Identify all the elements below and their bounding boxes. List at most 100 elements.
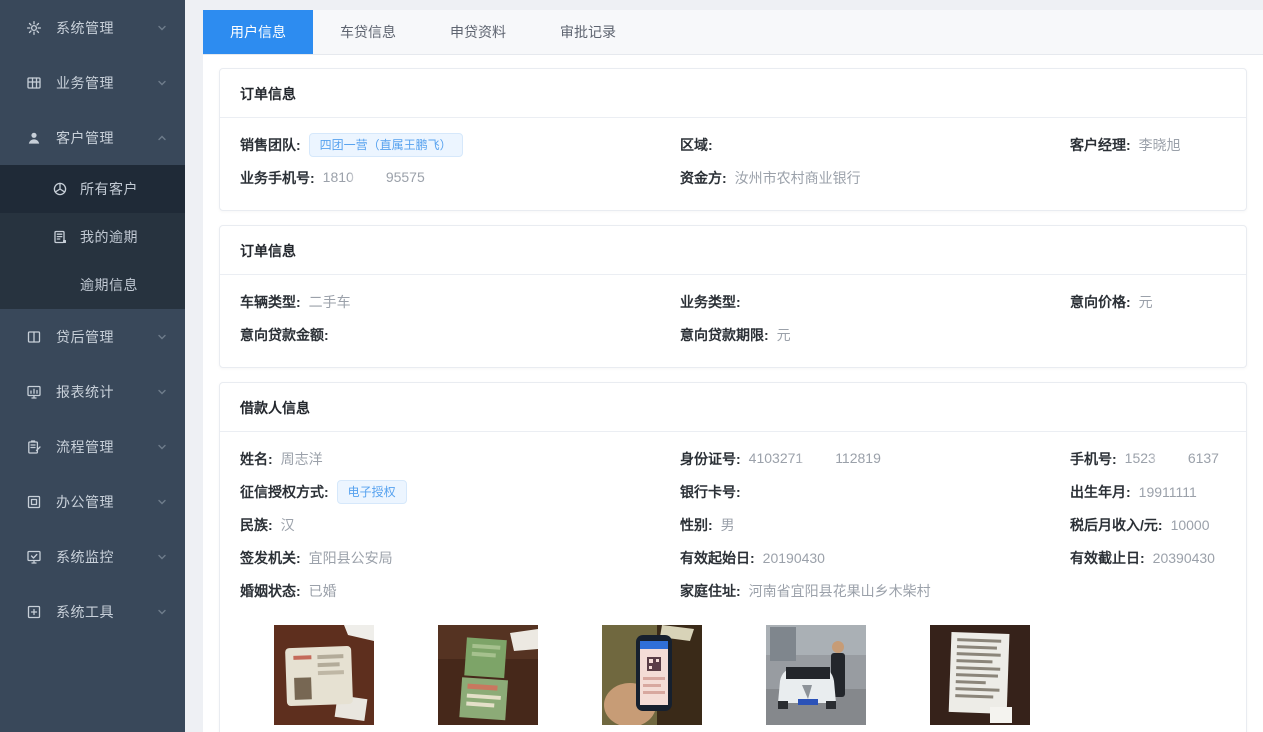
sidebar-item-label: 客户管理 — [56, 128, 157, 148]
sidebar-item-business-mgmt[interactable]: 业务管理 — [0, 55, 185, 110]
marital-status-field: 婚姻状态: 已婚 — [240, 581, 680, 601]
tab-approval-records[interactable]: 审批记录 — [533, 10, 643, 54]
field-label: 有效截止日: — [1070, 548, 1145, 568]
chevron-down-icon — [157, 549, 167, 565]
tab-loan-application-docs[interactable]: 申贷资料 — [423, 10, 533, 54]
field-value: 4103271112819 — [749, 450, 881, 467]
field-value: 10000 — [1171, 517, 1210, 533]
birth-field: 出生年月: 19911111 — [1070, 482, 1226, 502]
mobile-field: 手机号: 15236137 — [1070, 449, 1226, 469]
intent-price-field: 意向价格: 元 — [1070, 292, 1226, 312]
photo-id-card[interactable]: 身份证 — [274, 625, 374, 732]
customer-submenu: 所有客户 我的逾期 逾期信息 — [0, 165, 185, 309]
user-icon — [26, 130, 42, 146]
valid-to-field: 有效截止日: 20390430 — [1070, 548, 1226, 568]
tab-car-loan-info[interactable]: 车贷信息 — [313, 10, 423, 54]
field-label: 资金方: — [680, 168, 727, 188]
credit-auth-tag[interactable]: 电子授权 — [337, 480, 407, 504]
field-label: 银行卡号: — [680, 482, 741, 502]
field-label: 业务类型: — [680, 292, 741, 312]
borrower-info-card: 借款人信息 姓名: 周志洋 身份证号: 4103271112819 手机号: — [219, 382, 1247, 732]
sidebar-item-system-mgmt[interactable]: 系统管理 — [0, 0, 185, 55]
clipboard-icon — [26, 439, 42, 455]
sidebar-item-system-tools[interactable]: 系统工具 — [0, 584, 185, 639]
chart-monitor-icon — [26, 384, 42, 400]
detail-content: 订单信息 销售团队: 四团一营（直属王鹏飞） 区域: 客户经理: — [203, 55, 1263, 732]
business-phone-field: 业务手机号: 181095575 — [240, 168, 680, 188]
sidebar: 系统管理 业务管理 客户管理 — [0, 0, 185, 732]
bank-card-field: 银行卡号: — [680, 482, 1070, 502]
field-value: 河南省宜阳县花果山乡木柴村 — [749, 581, 931, 601]
field-label: 出生年月: — [1070, 482, 1131, 502]
gear-icon — [26, 20, 42, 36]
card-title: 订单信息 — [220, 69, 1246, 118]
gender-field: 性别: 男 — [680, 515, 1070, 535]
order-info-card: 订单信息 销售团队: 四团一营（直属王鹏飞） 区域: 客户经理: — [219, 68, 1247, 211]
sidebar-item-all-customers[interactable]: 所有客户 — [0, 165, 185, 213]
photo-handwritten-doc[interactable]: 其他材料 — [930, 625, 1030, 732]
field-value: 20190430 — [763, 550, 825, 566]
field-value: 汉 — [281, 515, 295, 535]
card-title: 借款人信息 — [220, 383, 1246, 432]
detail-tabbar: 用户信息 车贷信息 申贷资料 审批记录 — [203, 10, 1263, 55]
sidebar-item-office-mgmt[interactable]: 办公管理 — [0, 474, 185, 529]
sidebar-item-overdue-info[interactable]: 逾期信息 — [0, 261, 185, 309]
photo-person-car[interactable]: 人车合影 — [766, 625, 866, 732]
sidebar-item-customer-mgmt[interactable]: 客户管理 — [0, 110, 185, 165]
chevron-down-icon — [157, 20, 167, 36]
valid-from-field: 有效起始日: 20190430 — [680, 548, 1070, 568]
sidebar-item-system-monitor[interactable]: 系统监控 — [0, 529, 185, 584]
chevron-down-icon — [157, 604, 167, 620]
business-type-field: 业务类型: — [680, 292, 1070, 312]
chevron-down-icon — [157, 494, 167, 510]
sidebar-item-my-overdue[interactable]: 我的逾期 — [0, 213, 185, 261]
field-value: 宜阳县公安局 — [309, 548, 393, 568]
sidebar-item-report-stats[interactable]: 报表统计 — [0, 364, 185, 419]
sales-team-field: 销售团队: 四团一营（直属王鹏飞） — [240, 133, 680, 157]
card-title: 订单信息 — [220, 226, 1246, 275]
chevron-up-icon — [157, 130, 167, 146]
field-value: 汝州市农村商业银行 — [735, 168, 861, 188]
sidebar-item-postloan-mgmt[interactable]: 贷后管理 — [0, 309, 185, 364]
nested-square-icon — [26, 494, 42, 510]
intent-loan-amount-field: 意向贷款金额: — [240, 325, 680, 345]
field-label: 有效起始日: — [680, 548, 755, 568]
sales-team-tag[interactable]: 四团一营（直属王鹏飞） — [309, 133, 463, 157]
borrower-photos: 身份证 — [274, 625, 1226, 732]
open-book-icon — [26, 329, 42, 345]
issuing-authority-field: 签发机关: 宜阳县公安局 — [240, 548, 680, 568]
field-label: 意向贷款期限: — [680, 325, 769, 345]
redaction-blur — [804, 452, 834, 467]
region-field: 区域: — [680, 135, 1070, 155]
sidebar-item-label: 所有客户 — [80, 179, 167, 199]
field-value: 元 — [1139, 292, 1153, 312]
home-address-field: 家庭住址: 河南省宜阳县花果山乡木柴村 — [680, 581, 1070, 601]
photo-green-booklet[interactable]: 驾驶证副页 — [438, 625, 538, 732]
field-label: 意向价格: — [1070, 292, 1131, 312]
field-value: 181095575 — [323, 169, 425, 186]
field-label: 签发机关: — [240, 548, 301, 568]
photo-phone-qr[interactable]: 征信授权 — [602, 625, 702, 732]
field-label: 车辆类型: — [240, 292, 301, 312]
field-label: 家庭住址: — [680, 581, 741, 601]
field-value: 元 — [777, 325, 791, 345]
sidebar-item-label: 贷后管理 — [56, 327, 157, 347]
grid-icon — [26, 75, 42, 91]
sidebar-item-label: 业务管理 — [56, 73, 157, 93]
field-value: 男 — [721, 515, 735, 535]
field-label: 手机号: — [1070, 449, 1117, 469]
sidebar-item-label: 报表统计 — [56, 382, 157, 402]
intent-loan-term-field: 意向贷款期限: 元 — [680, 325, 1070, 345]
tab-user-info[interactable]: 用户信息 — [203, 10, 313, 54]
funder-field: 资金方: 汝州市农村商业银行 — [680, 168, 1070, 188]
field-label: 征信授权方式: — [240, 482, 329, 502]
chevron-down-icon — [157, 384, 167, 400]
field-value: 已婚 — [309, 581, 337, 601]
app-root: 系统管理 业务管理 客户管理 — [0, 0, 1263, 732]
monitor-check-icon — [26, 549, 42, 565]
sidebar-item-process-mgmt[interactable]: 流程管理 — [0, 419, 185, 474]
wheel-icon — [52, 181, 68, 197]
field-value: 19911111 — [1139, 484, 1197, 500]
field-value: 李晓旭 — [1139, 135, 1181, 155]
field-value: 20390430 — [1153, 550, 1215, 566]
